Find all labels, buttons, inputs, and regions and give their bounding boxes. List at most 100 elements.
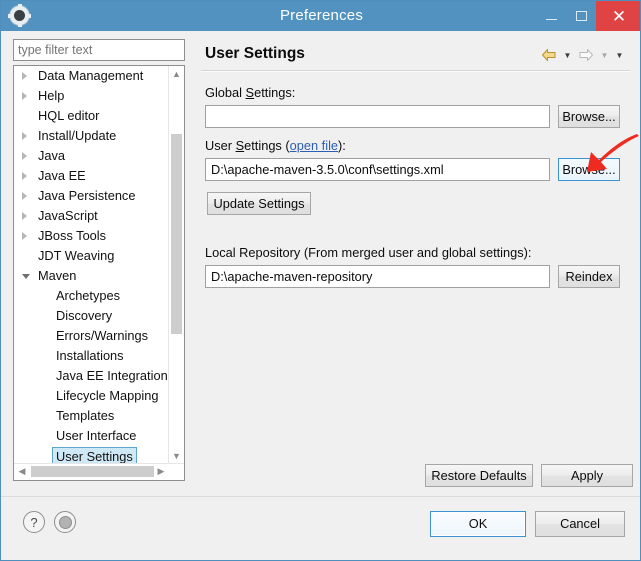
restore-defaults-button[interactable]: Restore Defaults xyxy=(425,464,533,487)
back-button[interactable] xyxy=(539,45,559,65)
user-settings-input[interactable] xyxy=(205,158,550,181)
tree-item-maven[interactable]: Maven xyxy=(14,266,171,286)
tree-item-archetypes[interactable]: Archetypes xyxy=(14,286,171,306)
filter-input[interactable] xyxy=(13,39,185,61)
tree-item-label: User Settings xyxy=(52,447,137,464)
twisty-collapsed-icon[interactable] xyxy=(22,232,27,240)
tree-item-lifecycle-mapping[interactable]: Lifecycle Mapping xyxy=(14,386,171,406)
forward-arrow-icon xyxy=(579,49,593,61)
update-settings-button[interactable]: Update Settings xyxy=(207,192,311,215)
tree-item-help[interactable]: Help xyxy=(14,86,171,106)
tree-vertical-scrollbar[interactable]: ▲ ▼ xyxy=(168,66,184,464)
twisty-collapsed-icon[interactable] xyxy=(22,192,27,200)
dialog-footer: ? OK Cancel xyxy=(1,496,640,560)
global-settings-browse-button[interactable]: Browse... xyxy=(558,105,620,128)
chevron-down-icon: ▼ xyxy=(615,50,624,60)
tree-item-label: JavaScript xyxy=(38,208,98,223)
forward-dropdown-button[interactable]: ▼ xyxy=(598,45,611,65)
tree-item-label: Templates xyxy=(56,408,115,423)
chevron-down-icon: ▼ xyxy=(563,50,572,60)
tree-item-jdt-weaving[interactable]: JDT Weaving xyxy=(14,246,171,266)
vertical-scroll-thumb[interactable] xyxy=(171,134,182,334)
user-settings-browse-button[interactable]: Browse... xyxy=(558,158,620,181)
twisty-collapsed-icon[interactable] xyxy=(22,152,27,160)
tree-item-label: Installations xyxy=(56,348,124,363)
tree-item-installations[interactable]: Installations xyxy=(14,346,171,366)
tree-item-java[interactable]: Java xyxy=(14,146,171,166)
preferences-dialog: Preferences ✕ Data Management Help HQL edi… xyxy=(0,0,641,561)
back-arrow-icon xyxy=(542,49,556,61)
close-button[interactable]: ✕ xyxy=(596,1,640,31)
scroll-left-icon[interactable]: ◀ xyxy=(14,464,30,479)
scroll-up-icon[interactable]: ▲ xyxy=(169,66,184,82)
global-settings-label: Global Settings: xyxy=(205,85,296,100)
local-repository-input[interactable] xyxy=(205,265,550,288)
tree-item-java-ee[interactable]: Java EE xyxy=(14,166,171,186)
tree-scroll-area: Data Management Help HQL editor Install/Upd… xyxy=(14,66,171,464)
title-bar: Preferences ✕ xyxy=(1,1,640,31)
twisty-collapsed-icon[interactable] xyxy=(22,72,27,80)
twisty-expanded-icon[interactable] xyxy=(22,274,30,279)
twisty-collapsed-icon[interactable] xyxy=(22,92,27,100)
horizontal-scroll-thumb[interactable] xyxy=(31,466,154,477)
tree-item-label: User Interface xyxy=(56,428,137,443)
preferences-sidebar: Data Management Help HQL editor Install/Upd… xyxy=(9,37,189,489)
tree-item-javascript[interactable]: JavaScript xyxy=(14,206,171,226)
tree-item-install-update[interactable]: Install/Update xyxy=(14,126,171,146)
tree-item-label: Errors/Warnings xyxy=(56,328,148,343)
tree-item-label: Maven xyxy=(38,268,77,283)
tree-item-label: Java Persistence xyxy=(38,188,136,203)
tree-item-label: Help xyxy=(38,88,65,103)
minimize-icon xyxy=(545,19,557,20)
tree-item-jboss-tools[interactable]: JBoss Tools xyxy=(14,226,171,246)
tree-item-data-management[interactable]: Data Management xyxy=(14,66,171,86)
tree-item-java-ee-integration[interactable]: Java EE Integration xyxy=(14,366,171,386)
tree-item-label: JDT Weaving xyxy=(38,248,115,263)
tree-item-label: Lifecycle Mapping xyxy=(56,388,159,403)
forward-button[interactable] xyxy=(576,45,596,65)
tree-item-errors-warnings[interactable]: Errors/Warnings xyxy=(14,326,171,346)
reindex-button[interactable]: Reindex xyxy=(558,265,620,288)
open-file-link[interactable]: open file xyxy=(290,138,338,153)
back-dropdown-button[interactable]: ▼ xyxy=(561,45,574,65)
twisty-collapsed-icon[interactable] xyxy=(22,172,27,180)
tree-item-user-settings[interactable]: User Settings xyxy=(14,446,171,464)
tree-item-hql-editor[interactable]: HQL editor xyxy=(14,106,171,126)
page-title: User Settings xyxy=(205,45,305,62)
tree-item-label: Java EE xyxy=(38,168,86,183)
tree-item-label: Discovery xyxy=(56,308,113,323)
user-settings-label: User Settings (open file): xyxy=(205,138,346,153)
preferences-tree[interactable]: Data Management Help HQL editor Install/Upd… xyxy=(13,65,185,481)
pin-icon[interactable] xyxy=(54,511,76,533)
cancel-button[interactable]: Cancel xyxy=(535,511,625,537)
tree-item-label: JBoss Tools xyxy=(38,228,107,243)
tree-item-java-persistence[interactable]: Java Persistence xyxy=(14,186,171,206)
scroll-right-icon[interactable]: ▶ xyxy=(153,464,169,479)
twisty-collapsed-icon[interactable] xyxy=(22,212,27,220)
tree-item-label: Data Management xyxy=(38,68,144,83)
tree-horizontal-scrollbar[interactable]: ◀ ▶ xyxy=(14,463,184,480)
chevron-down-icon: ▼ xyxy=(600,50,609,60)
close-icon: ✕ xyxy=(611,6,627,26)
apply-button[interactable]: Apply xyxy=(541,464,633,487)
page-navigation: ▼ ▼ ▼ xyxy=(539,45,626,65)
help-icon[interactable]: ? xyxy=(23,511,45,533)
ok-button[interactable]: OK xyxy=(430,511,526,537)
view-menu-button[interactable]: ▼ xyxy=(613,45,626,65)
pin-dot-icon xyxy=(59,516,71,528)
tree-item-user-interface[interactable]: User Interface xyxy=(14,426,171,446)
local-repository-label: Local Repository (From merged user and g… xyxy=(205,245,532,260)
tree-item-label: Java xyxy=(38,148,66,163)
maximize-button[interactable] xyxy=(566,1,596,31)
tree-item-label: Install/Update xyxy=(38,128,117,143)
tree-item-templates[interactable]: Templates xyxy=(14,406,171,426)
tree-item-label: HQL editor xyxy=(38,108,100,123)
tree-item-discovery[interactable]: Discovery xyxy=(14,306,171,326)
minimize-button[interactable] xyxy=(536,1,566,31)
global-settings-input[interactable] xyxy=(205,105,550,128)
maximize-icon xyxy=(575,11,587,21)
scroll-down-icon[interactable]: ▼ xyxy=(169,448,184,464)
dialog-body: Data Management Help HQL editor Install/Upd… xyxy=(1,31,640,496)
twisty-collapsed-icon[interactable] xyxy=(22,132,27,140)
tree-item-label: Java EE Integration xyxy=(56,368,168,383)
